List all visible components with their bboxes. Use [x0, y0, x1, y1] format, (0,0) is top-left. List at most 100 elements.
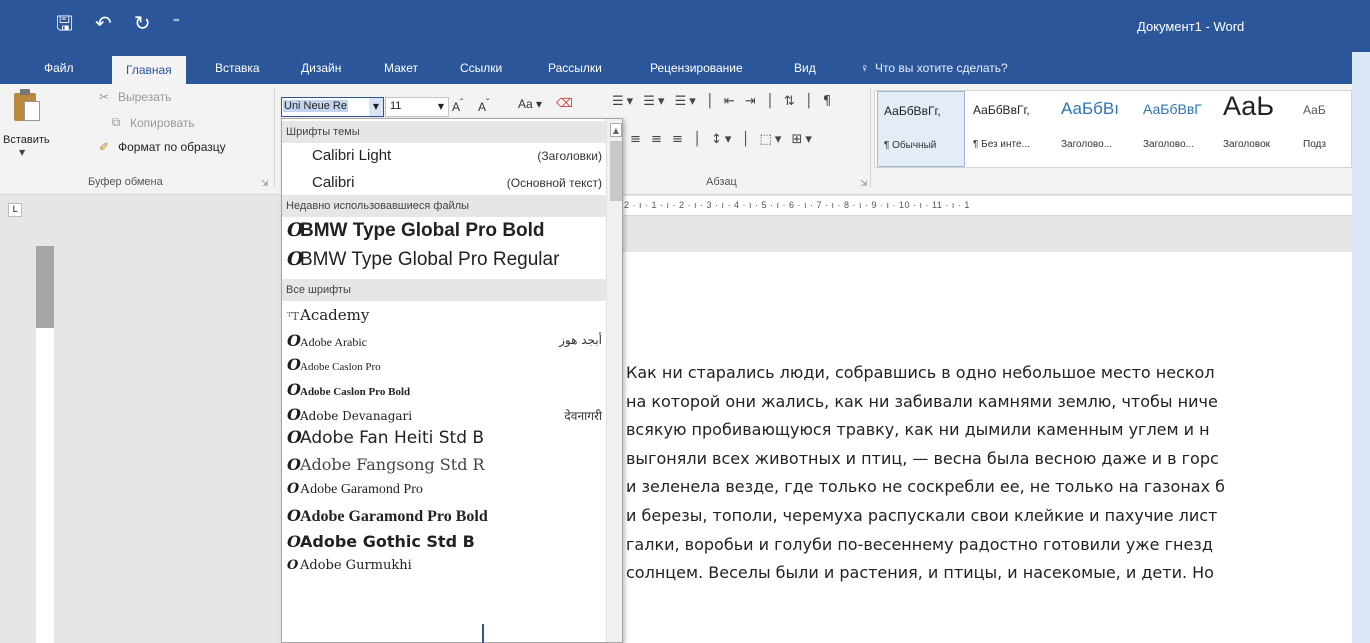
font-item-bmw-bold[interactable]: OBMW Type Global Pro Bold — [282, 219, 606, 242]
text-line: на которой они жались, как ни забивали к… — [626, 391, 1218, 411]
paste-dropdown-icon[interactable]: ▼ — [19, 148, 25, 157]
font-list-scrollbar[interactable]: ▲ — [606, 119, 622, 642]
opentype-icon: O — [287, 506, 301, 525]
text-line: Как ни старались люди, собравшись в одно… — [626, 363, 1215, 382]
paragraph-launcher-icon[interactable]: ⇲ — [860, 179, 868, 189]
tab-design[interactable]: Дизайн — [301, 52, 341, 84]
grow-font-button[interactable]: Aˆ — [452, 98, 463, 114]
window-title: Документ1 - Word — [1137, 19, 1245, 34]
font-item-adobe-fangsong[interactable]: OAdobe Fangsong Std R — [282, 455, 606, 474]
paragraph-align-buttons[interactable]: ≡ ≡ ≡ │ ↕▾ │ ⬚▾ ⊞▾ — [630, 132, 815, 147]
text-line: и зеленела везде, где только не соскребл… — [626, 477, 1226, 497]
font-item-calibri[interactable]: Calibri (Основной текст) — [282, 174, 606, 191]
tab-selector[interactable]: L — [8, 203, 22, 217]
task-pane-edge — [1352, 52, 1370, 643]
font-item-adobe-gothic[interactable]: OAdobe Gothic Std B — [282, 532, 606, 551]
shrink-font-button[interactable]: Aˇ — [478, 98, 489, 114]
text-line: солнцем. Веселы были и растения, и птицы… — [626, 563, 1214, 583]
style-no-spacing[interactable]: АаБбВвГг, ¶ Без инте... — [967, 91, 1053, 167]
truetype-icon: ᵀT — [287, 310, 299, 323]
theme-fonts-header: Шрифты темы — [282, 121, 606, 143]
all-fonts-header: Все шрифты — [282, 279, 606, 301]
font-item-adobe-fan-heiti[interactable]: OAdobe Fan Heiti Std B — [282, 428, 606, 448]
scissors-icon: ✂ — [98, 90, 110, 104]
paragraph-list-buttons[interactable]: ☰▾ ☰▾ ☰▾ │ ⇤ ⇥ │ ⇅ │ ¶ — [612, 94, 834, 109]
opentype-icon: O — [287, 405, 301, 424]
copy-button[interactable]: ⧉ Копировать — [108, 115, 195, 130]
font-item-adobe-caslon-bold[interactable]: OAdobe Caslon Pro Bold — [282, 380, 606, 399]
tab-insert[interactable]: Вставка — [215, 52, 260, 84]
font-item-adobe-gurmukhi[interactable]: O Adobe Gurmukhi — [282, 558, 606, 573]
opentype-icon: O — [287, 380, 301, 399]
font-size-value: 11 — [390, 100, 402, 112]
clear-formatting-icon[interactable]: ⌫ — [556, 96, 573, 110]
quick-access-toolbar: 🖫 ↶ ↻ ⁼ — [56, 12, 180, 34]
style-normal[interactable]: АаБбВвГг, ¶ Обычный — [877, 91, 965, 167]
group-separator — [870, 88, 871, 188]
undo-icon[interactable]: ↶ — [95, 12, 112, 34]
vertical-ruler[interactable] — [36, 246, 54, 643]
chevron-down-icon[interactable]: ▼ — [369, 98, 383, 116]
font-name-value: Uni Neue Re — [283, 100, 348, 112]
font-item-calibri-light[interactable]: Calibri Light (Заголовки) — [282, 147, 606, 164]
tab-layout[interactable]: Макет — [384, 52, 418, 84]
font-item-adobe-devanagari[interactable]: OAdobe Devanagari देवनागरी — [282, 405, 606, 424]
tab-mailings[interactable]: Рассылки — [548, 52, 602, 84]
change-case-button[interactable]: Aa ▾ — [518, 97, 542, 111]
font-list: Шрифты темы Calibri Light (Заголовки) Ca… — [282, 119, 606, 642]
ruler-margin — [36, 246, 54, 328]
tell-me-box[interactable]: ♀ Что вы хотите сделать? — [860, 52, 1008, 84]
font-item-adobe-caslon[interactable]: OAdobe Caslon Pro — [282, 355, 606, 374]
style-subtitle[interactable]: АаБ Подз — [1297, 91, 1353, 167]
opentype-icon: O — [287, 481, 300, 497]
styles-gallery: АаБбВвГг, ¶ Обычный АаБбВвГг, ¶ Без инте… — [874, 90, 1352, 168]
tab-review[interactable]: Рецензирование — [650, 52, 743, 84]
font-dropdown: Шрифты темы Calibri Light (Заголовки) Ca… — [281, 118, 623, 643]
opentype-icon: O — [287, 455, 301, 474]
save-icon[interactable]: 🖫 — [56, 12, 73, 34]
horizontal-ruler[interactable]: 2 · ı · 1 · ı · 2 · ı · 3 · ı · 4 · ı · … — [604, 196, 1352, 216]
font-item-adobe-arabic[interactable]: OAdobe Arabic أبجد هوز — [282, 331, 606, 350]
opentype-icon: O — [287, 532, 301, 551]
opentype-icon: O — [287, 558, 299, 573]
font-item-adobe-garamond-bold[interactable]: OAdobe Garamond Pro Bold — [282, 506, 606, 526]
format-painter-button[interactable]: ✐ Формат по образцу — [96, 140, 226, 154]
cut-button[interactable]: ✂ Вырезать — [96, 90, 171, 104]
font-name-combobox[interactable]: Uni Neue Re ▼ — [281, 97, 384, 117]
group-separator — [274, 88, 275, 188]
paste-button[interactable]: Вставить — [3, 134, 50, 146]
scroll-up-icon[interactable]: ▲ — [610, 123, 622, 137]
tab-home[interactable]: Главная — [112, 56, 186, 84]
paragraph-group-label: Абзац — [706, 176, 737, 188]
ruler-scale: 2 · ı · 1 · ı · 2 · ı · 3 · ı · 4 · ı · … — [624, 200, 970, 210]
paste-icon[interactable] — [14, 89, 42, 123]
document-body[interactable]: Как ни старались люди, собравшись в одно… — [626, 359, 1352, 588]
style-heading-1[interactable]: АаБбВı Заголово... — [1055, 91, 1135, 167]
brush-icon: ✐ — [98, 140, 110, 154]
text-cursor — [482, 624, 484, 643]
font-item-adobe-garamond[interactable]: OAdobe Garamond Pro — [282, 481, 606, 498]
tab-file[interactable]: Файл — [44, 52, 74, 84]
tab-view[interactable]: Вид — [794, 52, 816, 84]
clipboard-group-label: Буфер обмена — [88, 176, 163, 188]
tab-references[interactable]: Ссылки — [460, 52, 502, 84]
font-item-bmw-regular[interactable]: OBMW Type Global Pro Regular — [282, 248, 606, 271]
clipboard-launcher-icon[interactable]: ⇲ — [261, 179, 269, 189]
opentype-icon: O — [287, 248, 304, 270]
lightbulb-icon: ♀ — [860, 61, 869, 75]
text-line: выгоняли всех животных и птиц, — весна б… — [626, 448, 1219, 468]
chevron-down-icon[interactable]: ▼ — [438, 98, 444, 116]
redo-icon[interactable]: ↻ — [134, 12, 151, 34]
title-bar: 🖫 ↶ ↻ ⁼ Документ1 - Word — [0, 0, 1370, 52]
font-item-academy[interactable]: ᵀTAcademy — [282, 306, 606, 324]
tell-me-placeholder: Что вы хотите сделать? — [875, 61, 1008, 75]
customize-icon[interactable]: ⁼ — [173, 12, 180, 34]
style-title[interactable]: АаЬ Заголовок — [1217, 91, 1295, 167]
opentype-icon: O — [287, 331, 301, 350]
font-size-combobox[interactable]: 11 ▼ — [385, 97, 449, 117]
opentype-icon: O — [287, 428, 302, 448]
opentype-icon: O — [287, 355, 301, 374]
style-heading-2[interactable]: АаБбВвГ Заголово... — [1137, 91, 1215, 167]
scroll-thumb[interactable] — [610, 141, 622, 201]
document-page[interactable]: Как ни старались люди, собравшись в одно… — [604, 252, 1352, 643]
